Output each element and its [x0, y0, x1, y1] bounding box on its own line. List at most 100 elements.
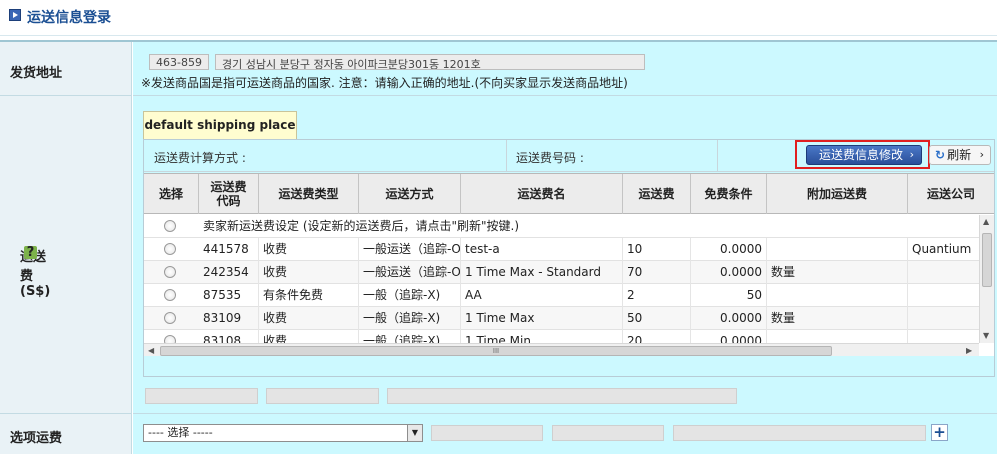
fee-amount: 20: [623, 330, 691, 343]
fee-type: 收费: [259, 330, 359, 343]
shipping-method: 一般（追踪-X): [359, 330, 461, 343]
chevron-down-icon[interactable]: ▼: [407, 425, 422, 441]
fee-name: 1 Time Min: [461, 330, 623, 343]
refresh-button[interactable]: ↻ 刷新 ›: [929, 145, 991, 165]
edit-shipping-fee-button[interactable]: 运送费信息修改 ›: [806, 145, 922, 165]
option-field: [552, 425, 664, 441]
fee-amount: 10: [623, 238, 691, 261]
shipping-fee-value-cell: default shipping place 运送费计算方式 : 运送费号码 :…: [133, 96, 997, 414]
fee-info-row: 运送费计算方式 : 运送费号码 : 运送费信息修改 › ↻ 刷新 ›: [144, 140, 994, 172]
free-condition: 0.0000: [691, 238, 767, 261]
shipping-form: 发货地址 463-859 경기 성남시 분당구 정자동 아이파크분당301동 1…: [0, 40, 997, 454]
fee-amount: 70: [623, 261, 691, 284]
fee-code: 87535: [199, 284, 259, 307]
new-setting-note: 卖家新运送费设定 (设定新的运送费后，请点击"刷新"按键.): [203, 219, 520, 233]
summary-field: [387, 388, 737, 404]
address-field: 경기 성남시 분당구 정자동 아이파크분당301동 1201호: [215, 54, 645, 70]
fee-amount: 50: [623, 307, 691, 330]
fee-type: 收费: [259, 261, 359, 284]
select-radio[interactable]: [164, 266, 176, 278]
help-icon[interactable]: ?: [24, 246, 37, 259]
extra-fee: 数量: [767, 261, 908, 284]
shipping-company: [908, 284, 979, 307]
extra-fee: [767, 238, 908, 261]
shipping-company: [908, 330, 979, 343]
shipping-fee-label-cell: 运送费 (S$)?: [0, 96, 132, 414]
option-field: [673, 425, 926, 441]
table-body: 卖家新运送费设定 (设定新的运送费后，请点击"刷新"按键.) 441578 收费…: [144, 215, 979, 343]
shipping-method: 一般运送（追踪-O: [359, 261, 461, 284]
fee-name: AA: [461, 284, 623, 307]
table-row[interactable]: 83109 收费 一般（追踪-X) 1 Time Max 50 0.0000 数…: [144, 307, 979, 330]
scroll-up-icon[interactable]: ▲: [983, 217, 989, 226]
table-row[interactable]: 87535 有条件免费 一般（追踪-X) AA 2 50: [144, 284, 979, 307]
column-header[interactable]: 运送公司: [908, 174, 994, 214]
shipping-fee-table: 选择 运送费 代码 运送费类型 运送方式 运送费名 运送费 免费条件 附加运送费…: [144, 173, 994, 356]
scroll-right-icon[interactable]: ▶: [966, 346, 972, 355]
column-header[interactable]: 附加运送费: [767, 174, 908, 214]
fee-type: 收费: [259, 238, 359, 261]
summary-field: [145, 388, 258, 404]
scroll-grip-icon: III: [492, 347, 500, 355]
column-header[interactable]: 运送费 代码: [199, 174, 259, 214]
column-header[interactable]: 运送费名: [461, 174, 623, 214]
shipping-method: 一般（追踪-X): [359, 307, 461, 330]
shipping-company: [908, 261, 979, 284]
horizontal-scroll-thumb[interactable]: III: [160, 346, 832, 356]
page-title: 运送信息登录: [27, 10, 111, 26]
table-row[interactable]: 242354 收费 一般运送（追踪-O 1 Time Max - Standar…: [144, 261, 979, 284]
extra-fee: [767, 330, 908, 343]
column-header[interactable]: 免费条件: [691, 174, 767, 214]
info-divider: [506, 140, 507, 172]
vertical-scroll-thumb[interactable]: [982, 233, 992, 287]
extra-fee: [767, 284, 908, 307]
fee-type: 收费: [259, 307, 359, 330]
table-row[interactable]: 83108 收费 一般（追踪-X) 1 Time Min 20 0.0000: [144, 330, 979, 343]
address-note: ※发送商品国是指可运送商品的国家. 注意：请输入正确的地址.(不向买家显示发送商…: [141, 76, 628, 90]
column-header[interactable]: 运送方式: [359, 174, 461, 214]
shipping-method: 一般（追踪-X): [359, 284, 461, 307]
fee-code: 83109: [199, 307, 259, 330]
option-field: [431, 425, 543, 441]
fee-code-label: 运送费号码 :: [516, 151, 584, 165]
fee-code: 242354: [199, 261, 259, 284]
vertical-scrollbar[interactable]: ▲ ▼: [979, 215, 994, 343]
free-condition: 50: [691, 284, 767, 307]
column-header[interactable]: 选择: [144, 174, 199, 214]
column-header[interactable]: 运送费: [623, 174, 691, 214]
fee-name: 1 Time Max - Standard: [461, 261, 623, 284]
column-header[interactable]: 运送费类型: [259, 174, 359, 214]
select-radio[interactable]: [164, 220, 176, 232]
sender-address-label-cell: 发货地址: [0, 42, 132, 96]
select-radio[interactable]: [164, 289, 176, 301]
select-radio[interactable]: [164, 335, 176, 343]
add-option-button[interactable]: +: [931, 424, 948, 441]
shipping-fee-panel: 运送费计算方式 : 运送费号码 : 运送费信息修改 › ↻ 刷新 › 选择 运送费…: [143, 139, 995, 377]
refresh-label: 刷新: [947, 148, 972, 162]
refresh-icon: ↻: [935, 148, 946, 162]
horizontal-scrollbar[interactable]: ◀ III ▶: [144, 343, 979, 356]
scroll-down-icon[interactable]: ▼: [983, 331, 989, 340]
chevron-right-icon: ›: [909, 148, 914, 161]
info-divider: [717, 140, 718, 172]
scroll-left-icon[interactable]: ◀: [148, 346, 154, 355]
fee-code: 441578: [199, 238, 259, 261]
table-row[interactable]: 441578 收费 一般运送（追踪-O test-a 10 0.0000 Qua…: [144, 238, 979, 261]
edit-shipping-fee-label: 运送费信息修改: [819, 148, 904, 162]
sender-address-label: 发货地址: [10, 66, 63, 81]
tab-default-shipping-place[interactable]: default shipping place: [143, 111, 297, 139]
sender-address-value-cell: 463-859 경기 성남시 분당구 정자동 아이파크분당301동 1201호 …: [133, 42, 997, 96]
shipping-company: [908, 307, 979, 330]
option-fee-label: 选项运费: [10, 431, 63, 446]
summary-field: [266, 388, 379, 404]
chevron-right-icon: ›: [979, 148, 984, 161]
table-header: 选择 运送费 代码 运送费类型 运送方式 运送费名 运送费 免费条件 附加运送费…: [144, 174, 994, 214]
option-fee-select[interactable]: ---- 选择 ----- ▼: [143, 424, 423, 442]
select-radio[interactable]: [164, 243, 176, 255]
select-radio[interactable]: [164, 312, 176, 324]
page-header: 运送信息登录: [0, 0, 997, 36]
fee-name: test-a: [461, 238, 623, 261]
shipping-method: 一般运送（追踪-O: [359, 238, 461, 261]
fee-code: 83108: [199, 330, 259, 343]
free-condition: 0.0000: [691, 307, 767, 330]
